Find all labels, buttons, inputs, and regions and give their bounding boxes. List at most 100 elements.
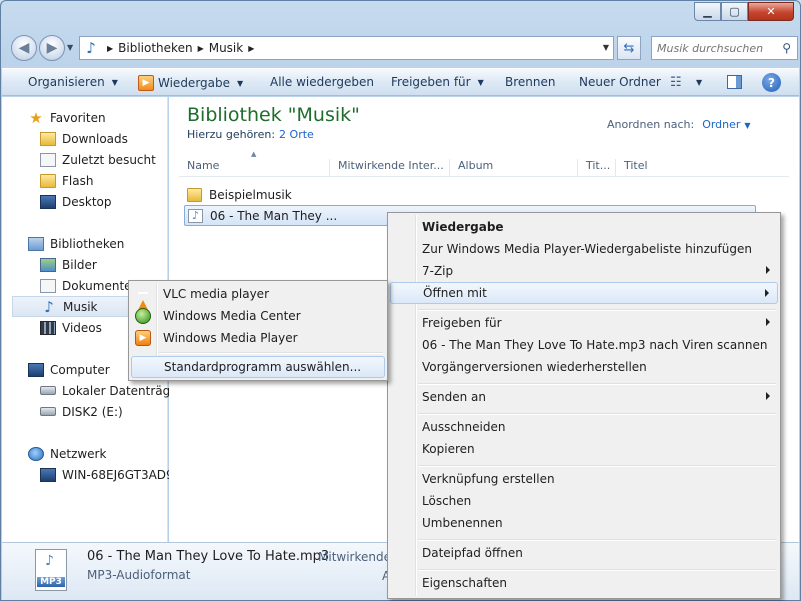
menu-item-7zip[interactable]: 7-Zip	[390, 260, 778, 282]
column-title[interactable]: Titel	[615, 159, 760, 177]
menu-item-play[interactable]: Wiedergabe	[390, 216, 778, 238]
forward-button[interactable]: ▶	[39, 35, 65, 61]
column-contributing-artists[interactable]: Mitwirkende Inter...	[329, 159, 449, 177]
nav-label: Downloads	[62, 131, 128, 146]
search-input[interactable]	[657, 41, 775, 55]
menu-item-send-to[interactable]: Senden an	[390, 386, 778, 408]
view-dropdown-icon[interactable]: ▼	[696, 78, 702, 87]
menu-item-label: Windows Media Player	[163, 331, 298, 345]
burn-button[interactable]: Brennen	[505, 75, 555, 89]
search-box[interactable]: ⚲	[651, 36, 798, 60]
network-computer-icon	[40, 467, 56, 482]
organize-label: Organisieren	[28, 75, 105, 89]
search-icon[interactable]: ⚲	[782, 41, 791, 55]
recent-places-icon	[40, 152, 56, 167]
nav-label: Favoriten	[50, 110, 106, 125]
close-button[interactable]: ✕	[748, 2, 794, 21]
menu-item-open-file-location[interactable]: Dateipfad öffnen	[390, 542, 778, 564]
library-includes: Hierzu gehören: 2 Orte	[187, 128, 314, 141]
sort-ascending-icon: ▲	[251, 150, 257, 158]
includes-locations-link[interactable]: 2 Orte	[279, 128, 314, 141]
open-with-vlc[interactable]: VLC media player	[131, 283, 385, 314]
submenu-arrow-icon	[766, 318, 770, 326]
menu-item-label: Freigeben für	[422, 316, 502, 330]
caption-buttons: ▁ ▢ ✕	[694, 2, 794, 21]
menu-item-label: VLC media player	[163, 287, 270, 301]
details-file-type: MP3-Audioformat	[87, 568, 191, 582]
view-options-icon[interactable]: ☷	[670, 75, 682, 90]
nav-label: Videos	[62, 320, 102, 335]
dropdown-arrow-icon[interactable]: ▼	[744, 121, 750, 130]
address-dropdown-icon[interactable]: ▼	[603, 43, 609, 52]
new-folder-button[interactable]: Neuer Ordner	[579, 75, 661, 89]
share-button[interactable]: Freigeben für ▼	[391, 75, 484, 89]
arrow-left-icon: ◀	[18, 40, 30, 56]
menu-item-label: 7-Zip	[422, 264, 454, 278]
menu-item-share-with[interactable]: Freigeben für	[390, 312, 778, 334]
recent-pages-dropdown[interactable]: ▼	[67, 43, 73, 52]
videos-icon	[40, 320, 56, 335]
list-item[interactable]: Beispielmusik	[184, 184, 756, 205]
menu-item-delete[interactable]: Löschen	[390, 490, 778, 512]
menu-item-properties[interactable]: Eigenschaften	[390, 572, 778, 594]
open-with-media-player[interactable]: ▶ Windows Media Player	[131, 327, 385, 349]
column-album[interactable]: Album	[449, 159, 577, 177]
address-bar[interactable]: ♪ ▶ Bibliotheken ▶ Musik ▶ ▼	[79, 36, 614, 60]
pictures-icon	[40, 257, 56, 272]
back-button[interactable]: ◀	[11, 35, 37, 61]
column-header: ▲ Name Mitwirkende Inter... Album Tit...…	[179, 150, 789, 177]
menu-separator	[418, 413, 776, 415]
play-label: Wiedergabe	[158, 76, 231, 90]
menu-item-create-shortcut[interactable]: Verknüpfung erstellen	[390, 468, 778, 490]
submenu-arrow-icon	[766, 392, 770, 400]
preview-pane-icon[interactable]	[727, 75, 742, 89]
play-all-button[interactable]: Alle wiedergeben	[270, 75, 374, 89]
nav-label: Dokumente	[62, 278, 132, 293]
open-with-choose-default[interactable]: Standardprogramm auswählen...	[131, 356, 385, 378]
menu-item-restore-versions[interactable]: Vorgängerversionen wiederherstellen	[390, 356, 778, 378]
documents-icon	[40, 278, 56, 293]
nav-label: Bibliotheken	[50, 236, 125, 251]
arrange-by-dropdown[interactable]: Ordner	[702, 118, 740, 131]
computer-icon	[28, 362, 44, 377]
item-name: Beispielmusik	[209, 187, 292, 202]
nav-label: Computer	[50, 362, 110, 377]
minimize-button[interactable]: ▁	[694, 2, 721, 21]
arrange-label: Anordnen nach:	[607, 118, 695, 131]
menu-separator	[159, 352, 383, 354]
breadcrumb-libraries[interactable]: Bibliotheken	[118, 41, 192, 55]
help-icon[interactable]: ?	[762, 73, 781, 92]
item-name: 06 - The Man They ...	[210, 208, 338, 223]
breadcrumb-chevron-icon[interactable]: ▶	[198, 44, 204, 53]
menu-item-rename[interactable]: Umbenennen	[390, 512, 778, 534]
open-with-media-center[interactable]: Windows Media Center	[131, 305, 385, 327]
breadcrumb-chevron-icon[interactable]: ▶	[107, 44, 113, 53]
submenu-arrow-icon	[766, 266, 770, 274]
music-note-icon: ♪	[86, 39, 96, 57]
menu-item-open-with[interactable]: Öffnen mit	[390, 282, 778, 304]
nav-label: Lokaler Datenträger	[62, 383, 183, 398]
removable-drive-icon	[40, 407, 56, 416]
audio-file-icon: ♪	[188, 208, 203, 223]
menu-item-add-to-playlist[interactable]: Zur Windows Media Player-Wiedergabeliste…	[390, 238, 778, 260]
command-bar: Organisieren ▼ ▶ Wiedergabe ▼ Alle wiederg…	[2, 68, 799, 96]
context-menu: Wiedergabe Zur Windows Media Player-Wied…	[387, 212, 781, 599]
breadcrumb-music[interactable]: Musik	[209, 41, 244, 55]
vlc-icon	[135, 286, 151, 314]
dropdown-arrow-icon: ▼	[237, 78, 244, 88]
column-track-number[interactable]: Tit...	[577, 159, 615, 177]
organize-button[interactable]: Organisieren ▼	[28, 75, 118, 89]
windows-media-player-icon: ▶	[135, 330, 151, 346]
play-button[interactable]: ▶ Wiedergabe ▼	[138, 75, 243, 91]
maximize-button[interactable]: ▢	[721, 2, 748, 21]
arrange-by: Anordnen nach: Ordner ▼	[607, 118, 751, 131]
refresh-button[interactable]: ⇆	[617, 36, 641, 60]
menu-item-copy[interactable]: Kopieren	[390, 438, 778, 460]
library-title: Bibliothek "Musik"	[187, 104, 360, 126]
nav-label: Netzwerk	[50, 446, 107, 461]
column-name[interactable]: Name	[179, 159, 329, 177]
menu-item-cut[interactable]: Ausschneiden	[390, 416, 778, 438]
breadcrumb-chevron-icon[interactable]: ▶	[248, 44, 254, 53]
nav-label: Bilder	[62, 257, 97, 272]
menu-item-virus-scan[interactable]: 06 - The Man They Love To Hate.mp3 nach …	[390, 334, 778, 356]
